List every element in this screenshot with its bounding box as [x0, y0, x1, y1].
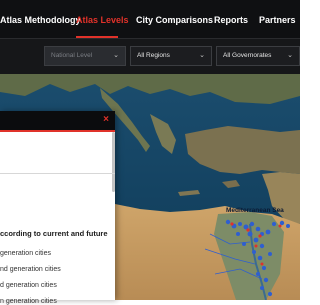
panel-accent-bar	[0, 130, 115, 132]
panel-scrollbar[interactable]	[112, 132, 115, 192]
legend-item: d generation cities	[0, 282, 57, 289]
chevron-down-icon: ⌄	[199, 52, 205, 59]
region-select[interactable]: All Regions ⌄	[130, 46, 212, 66]
top-navigation: Atlas Methodology Atlas Levels City Comp…	[0, 0, 300, 38]
governorate-select-value: All Governorates	[223, 52, 272, 59]
nav-atlas-methodology[interactable]: Atlas Methodology	[0, 15, 81, 25]
legend-item: generation cities	[0, 250, 51, 257]
panel-divider	[0, 173, 115, 174]
chevron-down-icon: ⌄	[113, 52, 119, 59]
legend-item: nd generation cities	[0, 266, 61, 273]
close-icon[interactable]: ×	[103, 114, 109, 125]
level-select[interactable]: National Level ⌄	[44, 46, 126, 66]
region-select-value: All Regions	[137, 52, 170, 59]
filter-bar: National Level ⌄ All Regions ⌄ All Gover…	[0, 38, 300, 75]
governorate-select[interactable]: All Governorates ⌄	[216, 46, 300, 66]
legend-heading: ccording to current and future	[0, 229, 108, 238]
nav-reports[interactable]: Reports	[214, 15, 248, 25]
level-select-value: National Level	[51, 52, 93, 59]
nav-atlas-levels[interactable]: Atlas Levels	[76, 15, 129, 25]
nav-city-comparisons[interactable]: City Comparisons	[136, 15, 213, 25]
sea-label: Mediterranean Sea	[226, 207, 284, 214]
info-panel: × ccording to current and future generat…	[0, 111, 115, 305]
panel-header: ×	[0, 111, 115, 130]
legend-item: n generation cities	[0, 298, 57, 305]
nav-partners[interactable]: Partners	[259, 15, 296, 25]
chevron-down-icon: ⌄	[287, 52, 293, 59]
